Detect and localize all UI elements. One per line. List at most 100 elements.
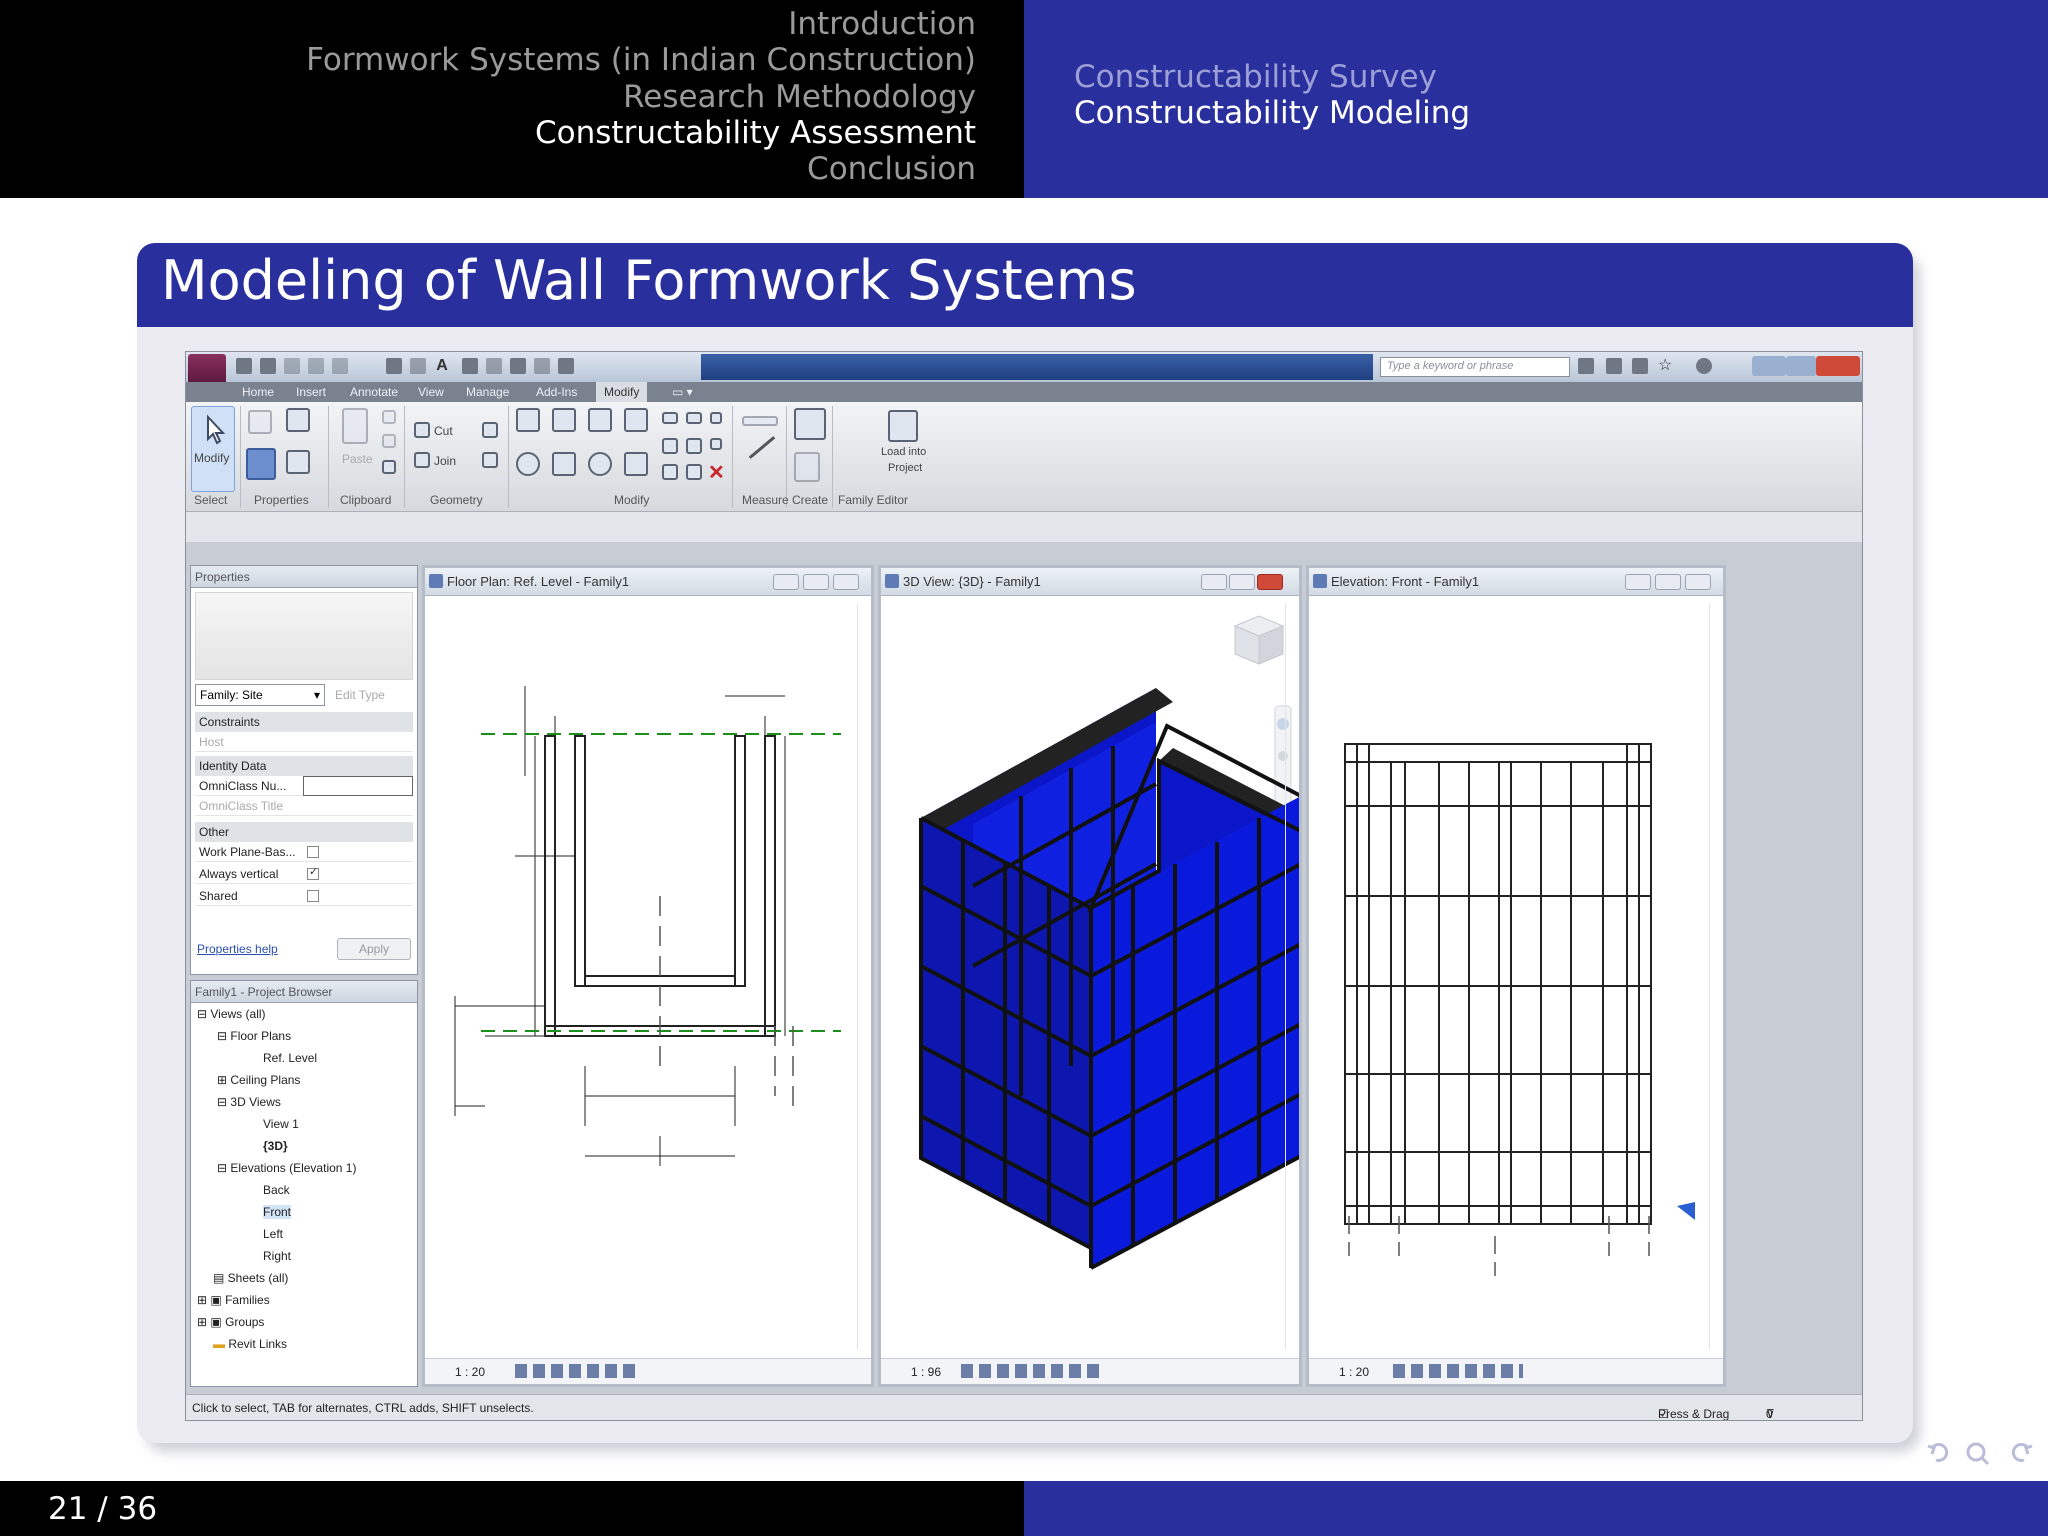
tab-home[interactable]: Home — [242, 385, 274, 399]
tab-add-ins[interactable]: Add-Ins — [536, 385, 577, 399]
split-face-icon[interactable] — [482, 452, 498, 468]
paste-icon[interactable] — [342, 408, 368, 444]
wall-joins-icon[interactable] — [482, 422, 498, 438]
save-icon[interactable] — [260, 358, 276, 374]
family-properties-icon[interactable] — [248, 410, 272, 434]
group-geometry[interactable]: Geometry — [430, 493, 483, 507]
tab-modify[interactable]: Modify — [596, 382, 648, 402]
undo-icon[interactable] — [284, 358, 300, 374]
text-tool-icon[interactable]: A — [434, 358, 450, 374]
restore-view-button[interactable] — [803, 574, 829, 590]
edit-type-button[interactable]: Edit Type — [335, 688, 385, 702]
tree-sheets[interactable]: ▤ Sheets (all) — [213, 1271, 288, 1285]
move-icon[interactable] — [516, 452, 540, 476]
view-cube-icon[interactable] — [1233, 615, 1285, 665]
redo-icon[interactable] — [308, 358, 324, 374]
tree-left[interactable]: Left — [263, 1227, 283, 1241]
shared-checkbox[interactable] — [307, 890, 319, 902]
minimize-view-button[interactable] — [1625, 574, 1651, 590]
nav-section-formwork-systems[interactable]: Formwork Systems (in Indian Construction… — [306, 42, 976, 78]
work-plane-checkbox[interactable] — [307, 846, 319, 858]
array-icon[interactable] — [662, 438, 678, 454]
view-control-icons[interactable] — [961, 1364, 1101, 1378]
section-icon[interactable] — [486, 358, 502, 374]
thin-lines-icon[interactable] — [510, 358, 526, 374]
mirror-draw-icon[interactable] — [624, 408, 648, 432]
trim-multiple-icon[interactable] — [686, 464, 702, 480]
join-geometry-icon[interactable] — [414, 452, 430, 468]
rotate-icon[interactable] — [588, 452, 612, 476]
restore-view-button[interactable] — [1229, 574, 1255, 590]
measure-icon[interactable] — [748, 436, 776, 459]
prop-omniclass-number[interactable]: OmniClass Nu... — [195, 776, 413, 796]
mirror-axis-icon[interactable] — [588, 408, 612, 432]
view-control-icons[interactable] — [1393, 1364, 1523, 1378]
view-control-icons[interactable] — [515, 1364, 635, 1378]
group-select[interactable]: Select — [194, 493, 227, 507]
floor-plan-scale[interactable]: 1 : 20 — [455, 1365, 485, 1379]
tree-right[interactable]: Right — [263, 1249, 291, 1263]
binoculars-icon[interactable] — [1578, 358, 1594, 374]
communication-icon[interactable] — [1632, 358, 1648, 374]
close-hidden-icon[interactable] — [534, 358, 550, 374]
nav-section-conclusion[interactable]: Conclusion — [807, 151, 976, 187]
help-icon[interactable] — [1696, 358, 1712, 374]
modify-tool-button[interactable]: Modify — [191, 406, 235, 492]
minimize-view-button[interactable] — [773, 574, 799, 590]
floor-plan-scrollbar[interactable] — [857, 604, 867, 1350]
category-other[interactable]: Other — [195, 822, 413, 842]
align-icon[interactable] — [516, 408, 540, 432]
ribbon-minimize-toggle[interactable]: ▭ ▾ — [672, 385, 693, 399]
copy-clipboard-icon[interactable] — [382, 434, 396, 448]
group-properties[interactable]: Properties — [254, 493, 309, 507]
close-view-button[interactable] — [1685, 574, 1711, 590]
group-modify[interactable]: Modify — [614, 493, 649, 507]
group-measure[interactable]: Measure — [742, 493, 789, 507]
family-type-select[interactable]: Family: Site ▾ — [195, 684, 325, 706]
elevation-scrollbar[interactable] — [1709, 604, 1719, 1350]
properties-help-link[interactable]: Properties help — [197, 942, 278, 956]
aligned-dimension-icon[interactable] — [742, 416, 778, 426]
tree-views-all[interactable]: ⊟ Views (all) — [197, 1007, 266, 1021]
nav-section-introduction[interactable]: Introduction — [788, 6, 976, 42]
tree-front[interactable]: Front — [263, 1205, 292, 1219]
dimension-qat-icon[interactable] — [410, 358, 426, 374]
delete-icon[interactable]: ✕ — [708, 460, 725, 485]
subscription-icon[interactable] — [1606, 358, 1622, 374]
level-marker-icon[interactable] — [1677, 1202, 1695, 1220]
tab-annotate[interactable]: Annotate — [350, 385, 398, 399]
create-group-icon[interactable] — [794, 452, 820, 482]
tree-revit-links[interactable]: ▬ Revit Links — [213, 1337, 287, 1351]
cut-geometry-icon[interactable] — [414, 422, 430, 438]
pin-icon[interactable] — [710, 412, 722, 424]
minimize-view-button[interactable] — [1201, 574, 1227, 590]
unpin-icon[interactable] — [710, 438, 722, 450]
nav-section-research-methodology[interactable]: Research Methodology — [623, 79, 976, 115]
tab-manage[interactable]: Manage — [466, 385, 509, 399]
nav-subsection-modeling[interactable]: Constructability Modeling — [1074, 95, 1470, 131]
copy-icon[interactable] — [552, 452, 576, 476]
3d-view-scrollbar[interactable] — [1285, 604, 1295, 1350]
search-icon[interactable] — [1966, 1442, 1986, 1462]
tree-3d-default[interactable]: {3D} — [263, 1139, 288, 1153]
family-types-icon[interactable] — [286, 408, 310, 432]
tree-families[interactable]: ⊞ ▣ Families — [197, 1293, 270, 1307]
close-view-button[interactable] — [1257, 574, 1283, 590]
category-constraints[interactable]: Constraints — [195, 712, 413, 732]
elevation-view[interactable]: Elevation: Front - Family1 1: 20 — [1306, 565, 1726, 1387]
nav-section-constructability-assessment[interactable]: Constructability Assessment — [535, 115, 976, 151]
group-clipboard[interactable]: Clipboard — [340, 493, 391, 507]
switch-windows-icon[interactable] — [558, 358, 574, 374]
cut-clipboard-icon[interactable] — [382, 410, 396, 424]
tab-view[interactable]: View — [418, 385, 444, 399]
maximize-window-button[interactable] — [1786, 356, 1816, 376]
sync-icon[interactable] — [332, 358, 348, 374]
category-identity-data[interactable]: Identity Data — [195, 756, 413, 776]
nav-subsection-survey[interactable]: Constructability Survey — [1074, 59, 1437, 95]
offset-icon[interactable] — [552, 408, 576, 432]
search-input[interactable]: Type a keyword or phrase — [1380, 357, 1570, 377]
open-icon[interactable] — [236, 358, 252, 374]
scale-icon[interactable] — [686, 438, 702, 454]
restore-view-button[interactable] — [1655, 574, 1681, 590]
tree-groups[interactable]: ⊞ ▣ Groups — [197, 1315, 264, 1329]
